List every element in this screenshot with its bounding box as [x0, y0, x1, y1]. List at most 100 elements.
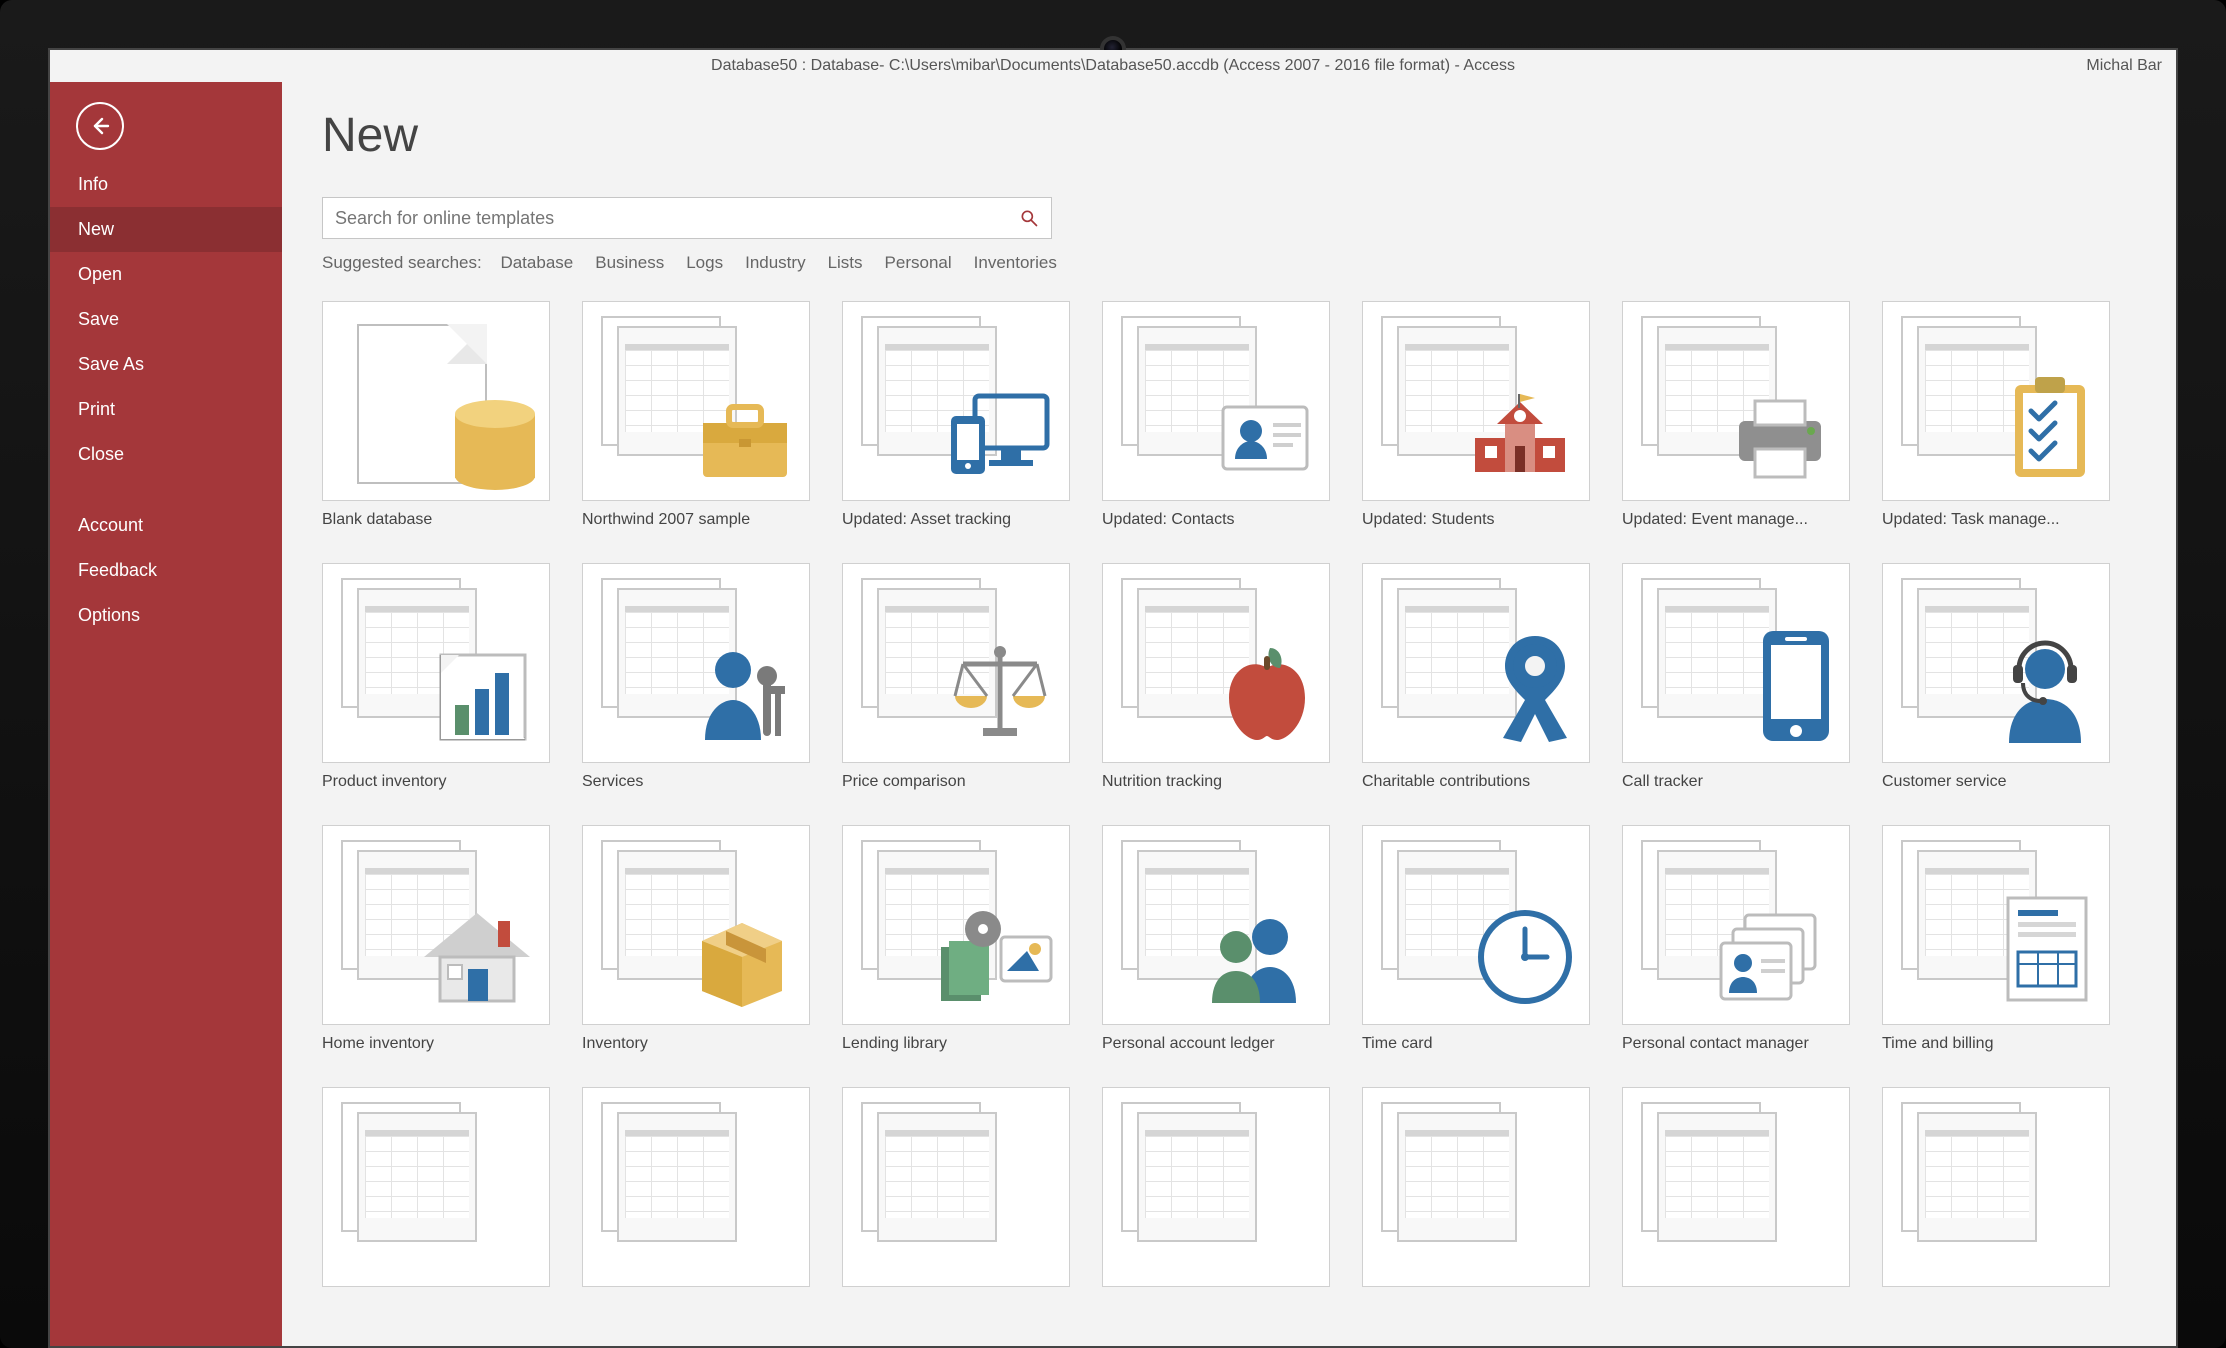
template-thumb [322, 563, 550, 763]
template-card-services[interactable]: Services [582, 563, 810, 791]
search-icon[interactable] [1019, 208, 1039, 228]
template-card-home-inv[interactable]: Home inventory [322, 825, 550, 1053]
template-card-row4b[interactable] [582, 1087, 810, 1297]
media-icon [935, 907, 1055, 1012]
arrow-left-icon [88, 114, 112, 138]
template-label: Nutrition tracking [1102, 773, 1330, 791]
template-card-time-billing[interactable]: Time and billing [1882, 825, 2110, 1053]
bar-chart-icon [435, 645, 535, 750]
suggested-label: Suggested searches: [322, 253, 482, 272]
template-card-asset-tracking[interactable]: Updated: Asset tracking [842, 301, 1070, 529]
template-thumb [322, 825, 550, 1025]
template-card-cust-service[interactable]: Customer service [1882, 563, 2110, 791]
sidebar-item-print[interactable]: Print [50, 387, 282, 432]
printer-icon [1725, 393, 1835, 488]
template-label: Personal contact manager [1622, 1035, 1850, 1053]
suggested-link-inventories[interactable]: Inventories [974, 253, 1057, 272]
template-card-row4d[interactable] [1102, 1087, 1330, 1297]
template-card-blank[interactable]: Blank database [322, 301, 550, 529]
suggested-link-logs[interactable]: Logs [686, 253, 723, 272]
contact-card-icon [1215, 393, 1315, 488]
template-label: Updated: Students [1362, 511, 1590, 529]
headset-person-icon [1995, 635, 2095, 750]
sidebar-item-save[interactable]: Save [50, 297, 282, 342]
template-label: Price comparison [842, 773, 1070, 791]
template-label: Updated: Task manage... [1882, 511, 2110, 529]
template-label: Time and billing [1882, 1035, 2110, 1053]
sidebar-item-feedback[interactable]: Feedback [50, 548, 282, 593]
spreadsheet-icon [1381, 1102, 1531, 1252]
template-card-row4g[interactable] [1882, 1087, 2110, 1297]
school-icon [1465, 388, 1575, 488]
template-thumb [1882, 825, 2110, 1025]
search-input[interactable] [335, 208, 1019, 229]
template-thumb [1882, 1087, 2110, 1287]
spreadsheet-icon [1641, 1102, 1791, 1252]
sidebar-item-info[interactable]: Info [50, 162, 282, 207]
template-card-call-tracker[interactable]: Call tracker [1622, 563, 1850, 791]
template-label: Time card [1362, 1035, 1590, 1053]
back-button[interactable] [76, 102, 124, 150]
sidebar-item-save-as[interactable]: Save As [50, 342, 282, 387]
template-card-northwind[interactable]: Northwind 2007 sample [582, 301, 810, 529]
suggested-link-database[interactable]: Database [500, 253, 573, 272]
backstage-sidebar: InfoNewOpenSaveSave AsPrintClose Account… [50, 82, 282, 1346]
template-thumb [1102, 301, 1330, 501]
template-label: Inventory [582, 1035, 810, 1053]
template-thumb [1622, 1087, 1850, 1287]
template-label: Updated: Contacts [1102, 511, 1330, 529]
box-icon [690, 907, 795, 1012]
template-card-ledger[interactable]: Personal account ledger [1102, 825, 1330, 1053]
template-card-task-mgmt[interactable]: Updated: Task manage... [1882, 301, 2110, 529]
sidebar-item-account[interactable]: Account [50, 503, 282, 548]
spreadsheet-icon [861, 1102, 1011, 1252]
signed-in-user: Michal Bar [2086, 57, 2162, 75]
template-thumb [1362, 1087, 1590, 1287]
template-card-lending-lib[interactable]: Lending library [842, 825, 1070, 1053]
suggested-link-industry[interactable]: Industry [745, 253, 805, 272]
spreadsheet-icon [341, 1102, 491, 1252]
template-card-price-compare[interactable]: Price comparison [842, 563, 1070, 791]
clipboard-icon [2005, 373, 2095, 488]
template-thumb [1102, 563, 1330, 763]
title-bar: Database50 : Database- C:\Users\mibar\Do… [50, 50, 2176, 82]
template-card-time-card[interactable]: Time card [1362, 825, 1590, 1053]
template-search-box[interactable] [322, 197, 1052, 239]
template-label: Northwind 2007 sample [582, 511, 810, 529]
template-thumb [1362, 825, 1590, 1025]
app-window: Database50 : Database- C:\Users\mibar\Do… [48, 48, 2178, 1348]
template-card-inventory[interactable]: Inventory [582, 825, 810, 1053]
service-person-icon [695, 640, 795, 750]
title-text: Database50 : Database- C:\Users\mibar\Do… [711, 57, 1515, 75]
template-card-contact-mgr[interactable]: Personal contact manager [1622, 825, 1850, 1053]
template-card-product-inv[interactable]: Product inventory [322, 563, 550, 791]
sidebar-item-options[interactable]: Options [50, 593, 282, 638]
template-thumb [1102, 1087, 1330, 1287]
suggested-link-lists[interactable]: Lists [828, 253, 863, 272]
house-icon [420, 907, 535, 1012]
template-card-contacts[interactable]: Updated: Contacts [1102, 301, 1330, 529]
suggested-link-personal[interactable]: Personal [885, 253, 952, 272]
template-card-charity[interactable]: Charitable contributions [1362, 563, 1590, 791]
template-card-row4e[interactable] [1362, 1087, 1590, 1297]
suggested-link-business[interactable]: Business [595, 253, 664, 272]
template-card-students[interactable]: Updated: Students [1362, 301, 1590, 529]
template-card-row4c[interactable] [842, 1087, 1070, 1297]
sidebar-item-open[interactable]: Open [50, 252, 282, 297]
template-label: Home inventory [322, 1035, 550, 1053]
sidebar-item-new[interactable]: New [50, 207, 282, 252]
template-thumb [1622, 825, 1850, 1025]
page-title: New [322, 108, 2136, 163]
template-card-event-mgmt[interactable]: Updated: Event manage... [1622, 301, 1850, 529]
sidebar-item-close[interactable]: Close [50, 432, 282, 477]
template-card-nutrition[interactable]: Nutrition tracking [1102, 563, 1330, 791]
template-thumb [582, 825, 810, 1025]
template-label: Lending library [842, 1035, 1070, 1053]
template-card-row4a[interactable] [322, 1087, 550, 1297]
main-panel: New Suggested searches: Database Business… [282, 82, 2176, 1346]
template-label: Charitable contributions [1362, 773, 1590, 791]
template-thumb [1102, 825, 1330, 1025]
template-label: Product inventory [322, 773, 550, 791]
template-card-row4f[interactable] [1622, 1087, 1850, 1297]
phone-icon [1757, 627, 1835, 750]
